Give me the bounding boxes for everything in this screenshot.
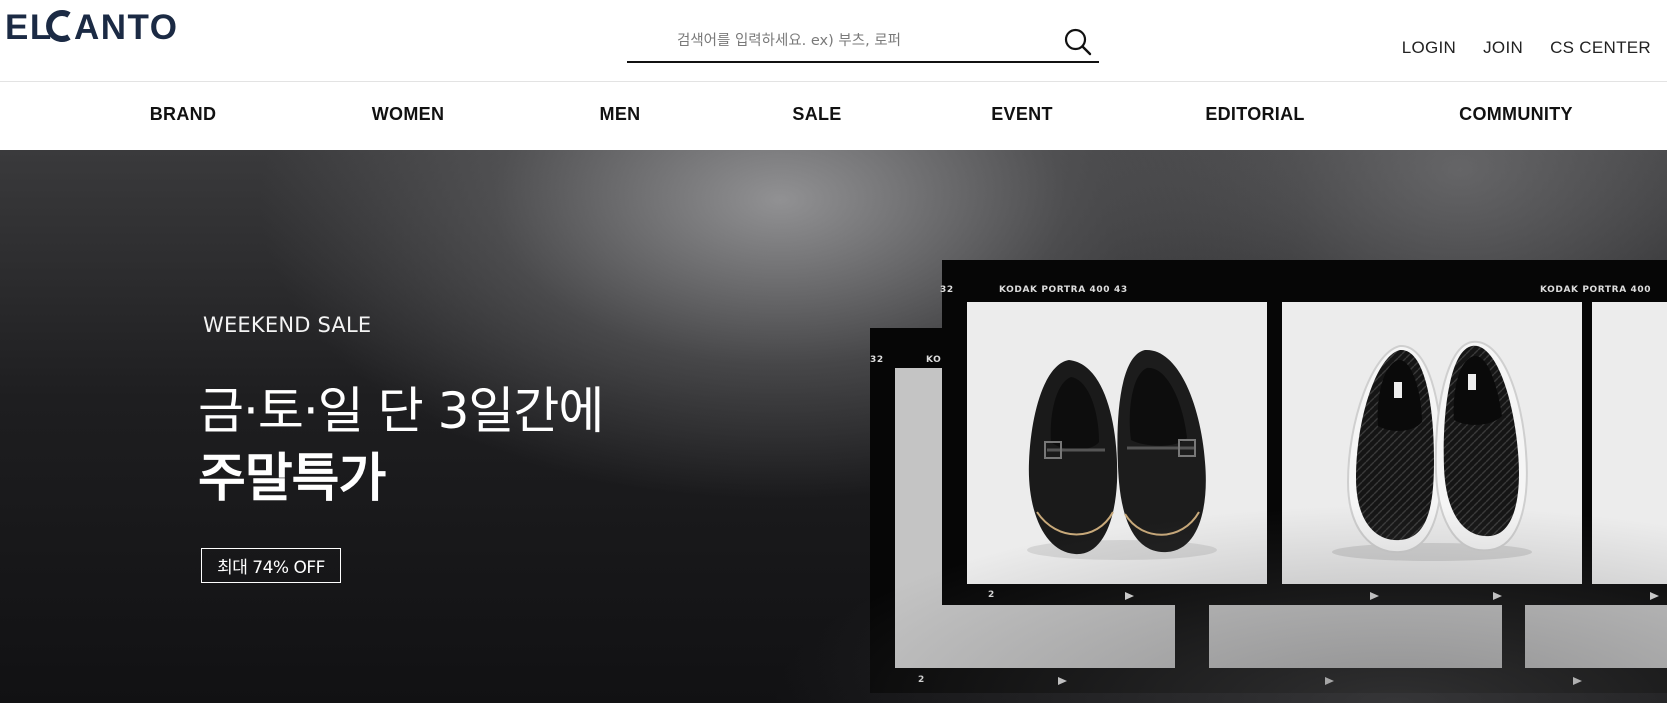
film-arrow-icon <box>1573 677 1582 685</box>
nav-item-event[interactable]: EVENT <box>991 104 1053 125</box>
search-input[interactable] <box>627 22 1047 60</box>
hero-headline: 금·토·일 단 3일간에 <box>198 382 604 440</box>
main-navigation: BRAND WOMEN MEN SALE EVENT EDITORIAL COM… <box>0 82 1667 150</box>
search-button[interactable] <box>1063 27 1093 57</box>
product-frame-partial[interactable] <box>1592 302 1667 584</box>
hero-kicker: WEEKEND SALE <box>203 313 372 337</box>
search-bar <box>627 22 1099 63</box>
film-frame-number: 2 <box>918 675 925 685</box>
nav-item-women[interactable]: WOMEN <box>372 104 445 125</box>
hero-banner[interactable]: WEEKEND SALE 금·토·일 단 3일간에 주말특가 최대 74% OF… <box>0 150 1667 703</box>
film-edge-number: 32 <box>940 285 954 295</box>
svg-text:EL: EL <box>5 8 53 44</box>
film-strip-front: 32 KODAK PORTRA 400 43 KODAK PORTRA 400 <box>940 260 1667 605</box>
cs-center-link[interactable]: CS CENTER <box>1550 38 1651 58</box>
svg-text:ANTO: ANTO <box>74 8 179 44</box>
film-label: KODAK PORTRA 400 <box>999 285 1111 295</box>
loafer-shoes-image <box>1027 349 1217 560</box>
nav-item-community[interactable]: COMMUNITY <box>1459 104 1573 125</box>
film-arrow-icon <box>1650 592 1659 600</box>
site-header: EL ANTO LOGIN JOIN CS CENTER <box>0 0 1667 82</box>
film-label: KODAK PORTRA 400 <box>1540 285 1652 295</box>
product-frame-slipon[interactable] <box>1282 302 1582 584</box>
nav-item-men[interactable]: MEN <box>600 104 641 125</box>
film-edge-number: 32 <box>870 355 884 365</box>
search-icon <box>1064 28 1092 56</box>
film-arrow-icon <box>1370 592 1379 600</box>
utility-links: LOGIN JOIN CS CENTER <box>1402 38 1651 58</box>
elcanto-logo: EL ANTO <box>5 8 179 44</box>
film-label: KO <box>926 355 942 365</box>
nav-item-brand[interactable]: BRAND <box>150 104 217 125</box>
woven-slip-on-shoes-image <box>1332 340 1532 561</box>
join-link[interactable]: JOIN <box>1483 38 1523 58</box>
brand-logo[interactable]: EL ANTO <box>5 8 215 44</box>
login-link[interactable]: LOGIN <box>1402 38 1456 58</box>
discount-badge: 최대 74% OFF <box>201 548 341 583</box>
hero-subheadline: 주말특가 <box>198 449 386 509</box>
nav-item-sale[interactable]: SALE <box>792 104 841 125</box>
film-frame-number: 2 <box>988 590 995 600</box>
film-number: 43 <box>1114 285 1128 295</box>
film-arrow-icon <box>1058 677 1067 685</box>
film-arrow-icon <box>1325 677 1334 685</box>
film-arrow-icon <box>1125 592 1134 600</box>
film-arrow-icon <box>1493 592 1502 600</box>
nav-item-editorial[interactable]: EDITORIAL <box>1205 104 1304 125</box>
product-frame-loafer[interactable] <box>967 302 1267 584</box>
